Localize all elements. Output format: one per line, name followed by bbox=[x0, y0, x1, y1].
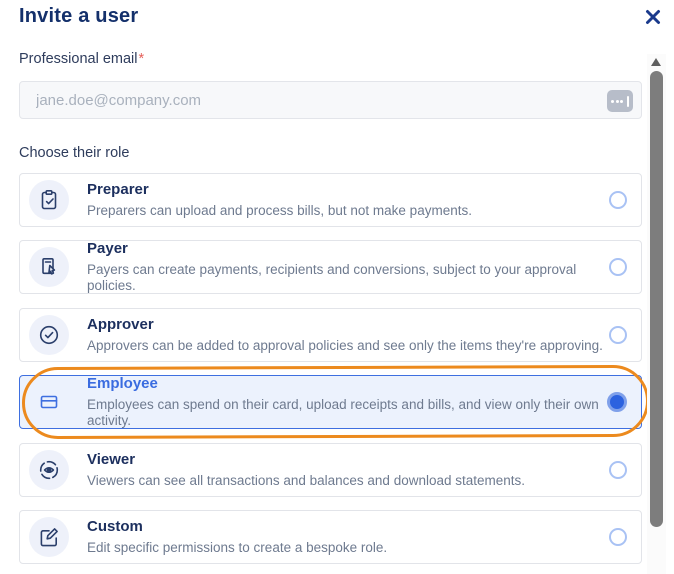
credit-card-icon bbox=[37, 390, 61, 414]
role-card-approver[interactable]: Approver Approvers can be added to appro… bbox=[19, 308, 642, 362]
roles-section-label: Choose their role bbox=[19, 145, 129, 161]
email-field-label-text: Professional email bbox=[19, 51, 137, 67]
close-icon[interactable] bbox=[643, 7, 663, 27]
role-description: Viewers can see all transactions and bal… bbox=[87, 473, 525, 489]
role-radio-approver[interactable] bbox=[609, 326, 627, 344]
role-name: Preparer bbox=[87, 181, 472, 200]
role-card-viewer[interactable]: Viewer Viewers can see all transactions … bbox=[19, 443, 642, 497]
role-radio-payer[interactable] bbox=[609, 258, 627, 276]
autofill-cursor-bar bbox=[627, 96, 629, 107]
role-text: Payer Payers can create payments, recipi… bbox=[87, 240, 609, 294]
scrollbar-thumb[interactable] bbox=[650, 71, 663, 527]
role-description: Payers can create payments, recipients a… bbox=[87, 262, 609, 294]
page-title: Invite a user bbox=[19, 5, 138, 28]
email-field-container bbox=[19, 81, 642, 119]
role-description: Preparers can upload and process bills, … bbox=[87, 203, 472, 219]
role-icon-circle bbox=[29, 450, 69, 490]
role-icon-circle bbox=[29, 180, 69, 220]
role-text: Employee Employees can spend on their ca… bbox=[87, 375, 607, 429]
check-circle-icon bbox=[37, 323, 61, 347]
role-text: Approver Approvers can be added to appro… bbox=[87, 316, 603, 354]
email-input[interactable] bbox=[20, 82, 641, 118]
role-icon-circle bbox=[29, 517, 69, 557]
role-card-payer[interactable]: Payer Payers can create payments, recipi… bbox=[19, 240, 642, 294]
role-card-preparer[interactable]: Preparer Preparers can upload and proces… bbox=[19, 173, 642, 227]
clipboard-check-icon bbox=[37, 188, 61, 212]
role-name: Employee bbox=[87, 375, 607, 394]
role-description: Employees can spend on their card, uploa… bbox=[87, 397, 607, 429]
autofill-icon[interactable] bbox=[607, 90, 633, 112]
required-marker: * bbox=[138, 51, 144, 67]
role-text: Viewer Viewers can see all transactions … bbox=[87, 451, 525, 489]
role-card-custom[interactable]: Custom Edit specific permissions to crea… bbox=[19, 510, 642, 564]
hand-bill-icon bbox=[37, 255, 61, 279]
scrollbar-up-arrow-icon[interactable] bbox=[651, 58, 661, 66]
scrollbar-track[interactable] bbox=[647, 54, 666, 574]
role-radio-preparer[interactable] bbox=[609, 191, 627, 209]
role-card-employee[interactable]: Employee Employees can spend on their ca… bbox=[19, 375, 642, 429]
role-radio-custom[interactable] bbox=[609, 528, 627, 546]
autofill-dot bbox=[616, 100, 619, 103]
autofill-dot bbox=[620, 100, 623, 103]
role-name: Payer bbox=[87, 240, 609, 259]
role-name: Custom bbox=[87, 518, 387, 537]
role-icon-circle bbox=[29, 315, 69, 355]
role-radio-viewer[interactable] bbox=[609, 461, 627, 479]
invite-user-modal: Invite a user Professional email* Choose… bbox=[0, 0, 674, 574]
edit-icon bbox=[37, 525, 61, 549]
role-name: Approver bbox=[87, 316, 603, 335]
role-radio-employee[interactable] bbox=[607, 392, 627, 412]
email-field-label: Professional email* bbox=[19, 51, 144, 67]
role-description: Edit specific permissions to create a be… bbox=[87, 540, 387, 556]
role-name: Viewer bbox=[87, 451, 525, 470]
eye-icon bbox=[37, 458, 61, 482]
role-description: Approvers can be added to approval polic… bbox=[87, 338, 603, 354]
role-icon-circle bbox=[29, 382, 69, 422]
role-icon-circle bbox=[29, 247, 69, 287]
role-text: Preparer Preparers can upload and proces… bbox=[87, 181, 472, 219]
autofill-dot bbox=[611, 100, 614, 103]
role-text: Custom Edit specific permissions to crea… bbox=[87, 518, 387, 556]
